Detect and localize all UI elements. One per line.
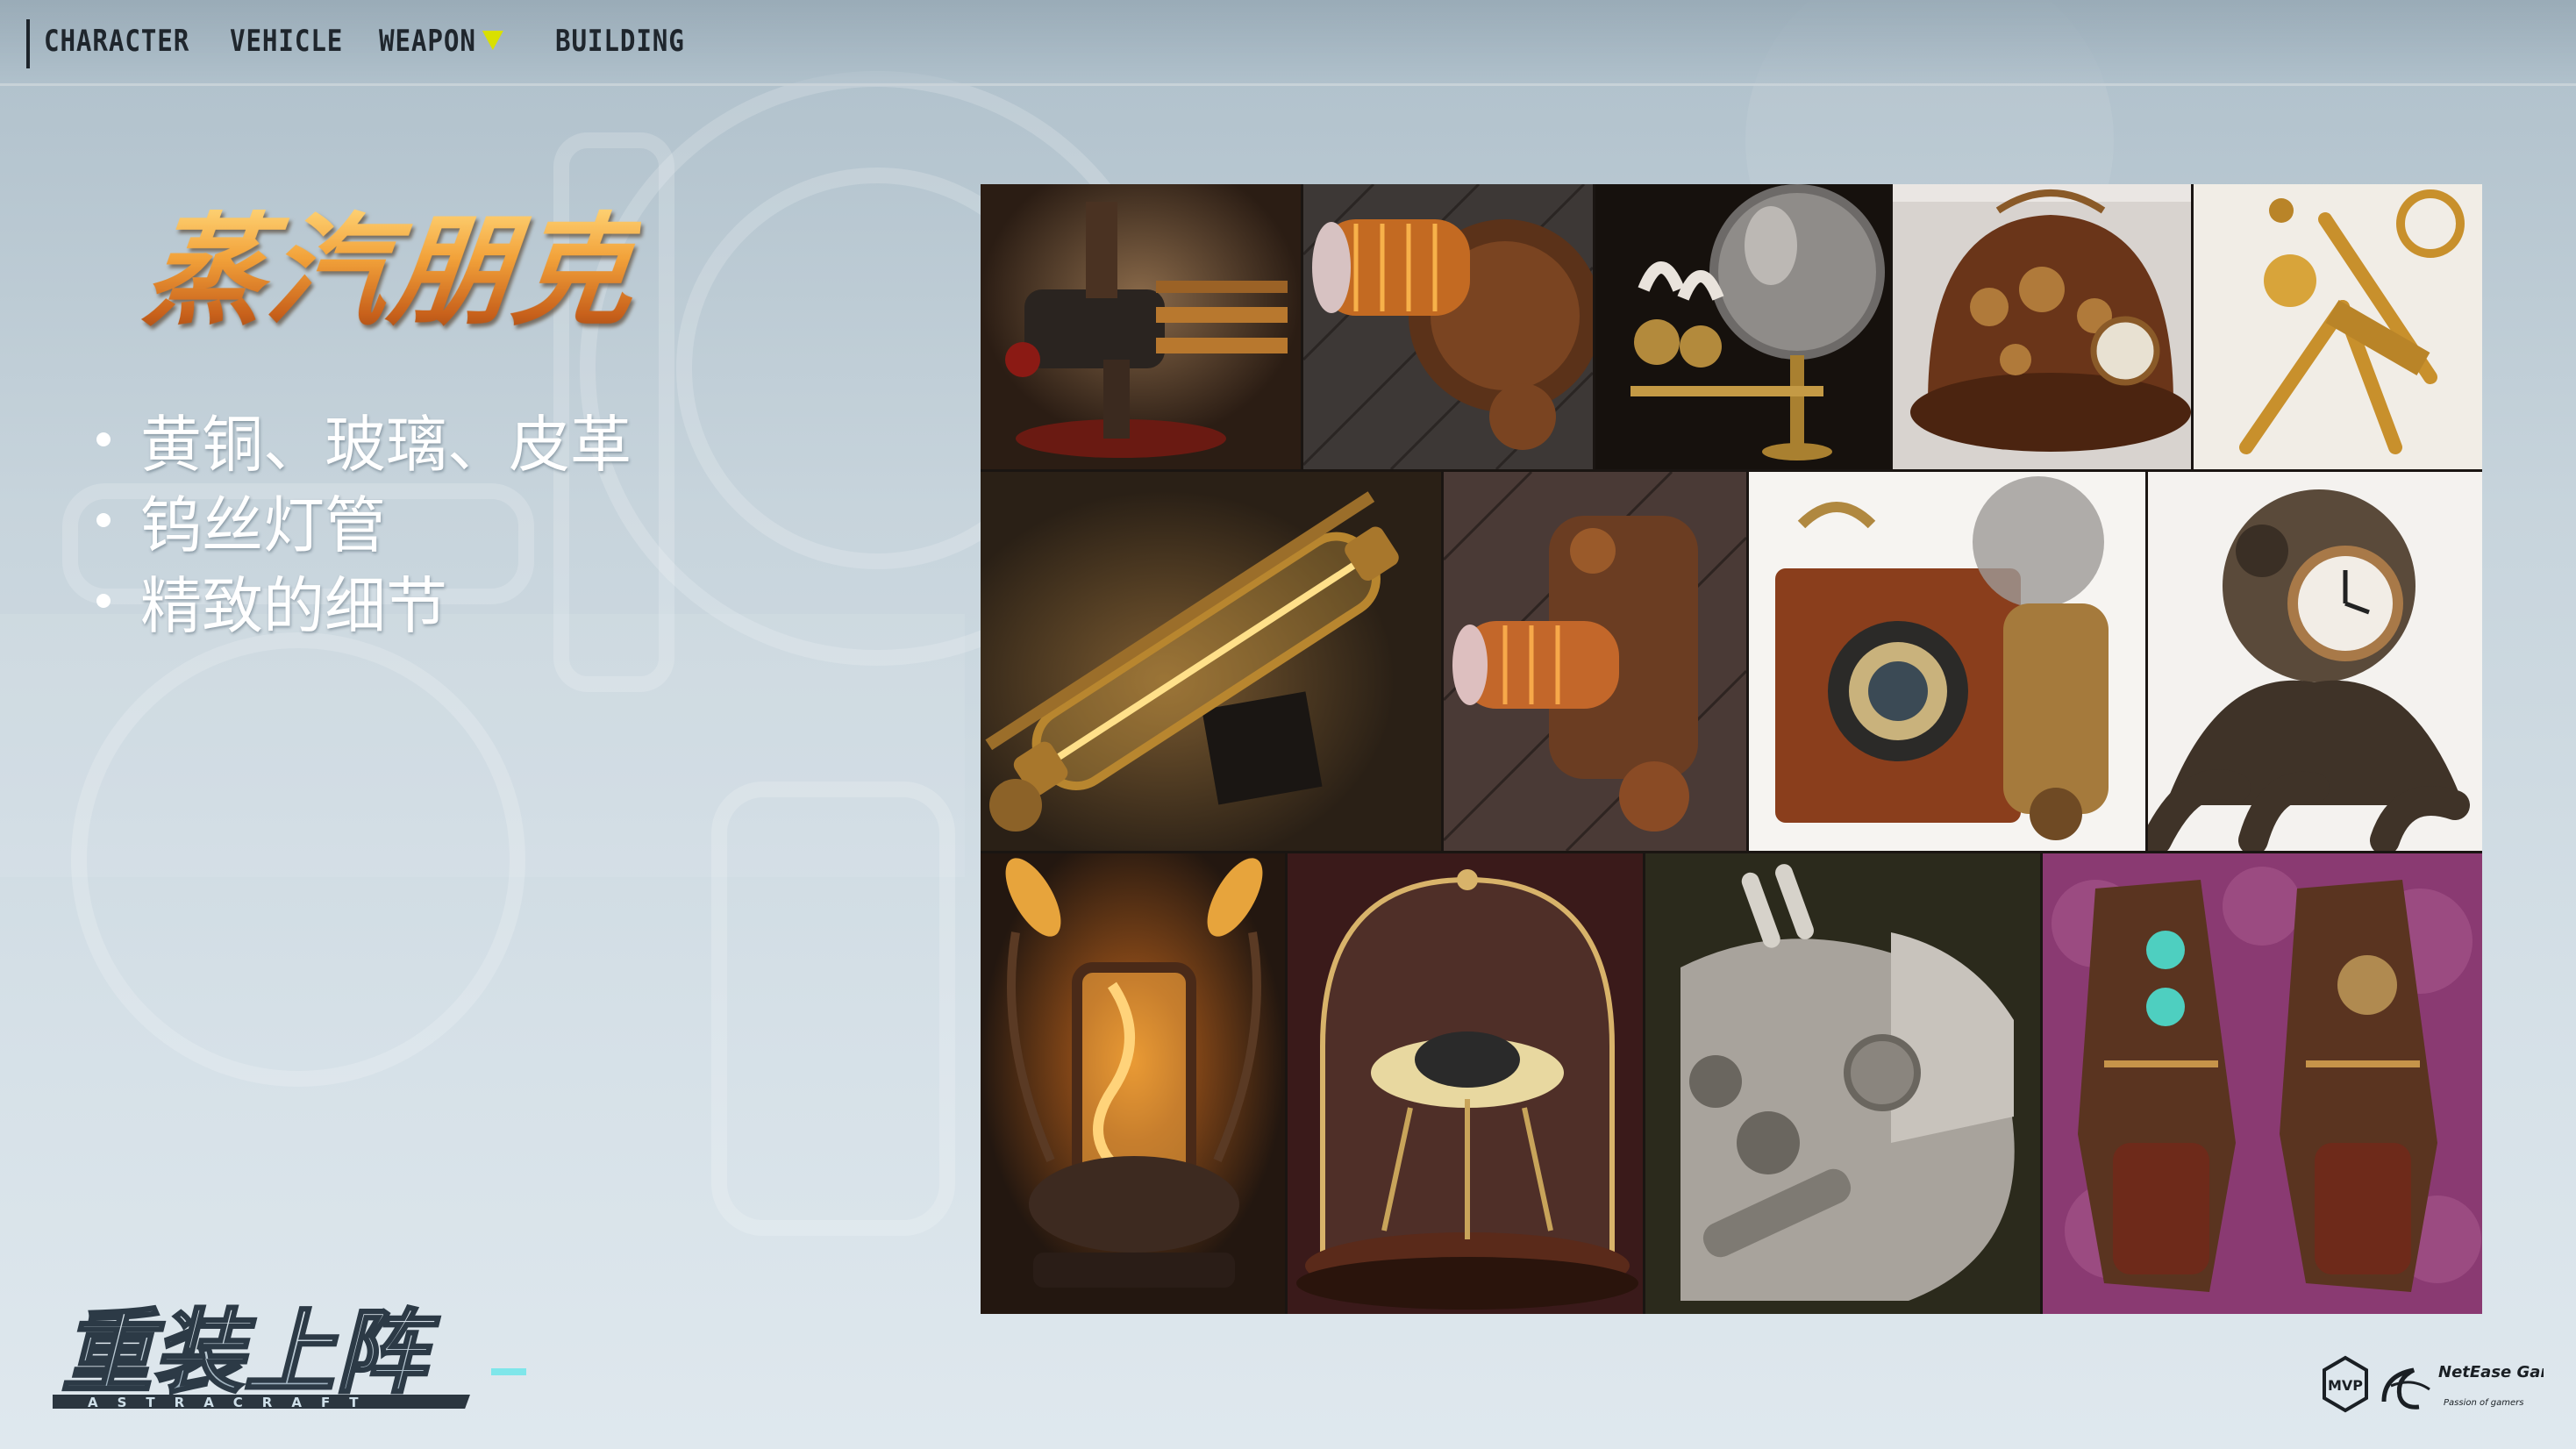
photo-steampunk-gear-hat bbox=[1893, 184, 2191, 469]
bullet-text: 精致的细节 bbox=[140, 569, 447, 642]
photo-glass-globe-lamp bbox=[1595, 184, 1890, 469]
bullet-text: 钨丝灯管 bbox=[140, 489, 386, 561]
netease-tagline: Passion of gamers bbox=[2444, 1398, 2524, 1408]
photo-diving-helmet-octopus-clock bbox=[2148, 472, 2482, 851]
nav-tab-character[interactable]: CHARACTER bbox=[44, 19, 189, 63]
bullet-dot-icon bbox=[96, 432, 111, 446]
publisher-logos: MVP NetEase Games Passion of gamers bbox=[2316, 1351, 2576, 1421]
nav-tab-weapon[interactable]: WEAPON bbox=[379, 19, 503, 63]
bullet-dot-icon bbox=[96, 594, 111, 608]
page-title: 蒸汽朋克 bbox=[137, 201, 644, 342]
nav-tab-weapon-label: WEAPON bbox=[379, 24, 476, 59]
photo-steampunk-camera bbox=[1749, 472, 2145, 851]
game-logo: 重装上阵 ASTRACRAFT bbox=[18, 1298, 544, 1421]
photo-metal-robot-head bbox=[1645, 853, 2040, 1314]
bullet-text: 黄铜、玻璃、皮革 bbox=[140, 408, 632, 481]
mvp-badge-text: MVP bbox=[2328, 1377, 2363, 1394]
bullet-item: 黄铜、玻璃、皮革 bbox=[96, 399, 632, 481]
bullet-item: 钨丝灯管 bbox=[96, 480, 632, 561]
photo-steampunk-lamp-pipe bbox=[981, 184, 1301, 469]
game-logo-subtitle: ASTRACRAFT bbox=[88, 1395, 377, 1410]
photo-glass-dome-mechanism bbox=[1288, 853, 1643, 1314]
photo-filament-tube-wall-lamp bbox=[981, 472, 1441, 851]
active-triangle-icon bbox=[482, 30, 503, 50]
nav-tab-building[interactable]: BUILDING bbox=[555, 19, 685, 63]
photo-steampunk-gauntlets bbox=[2043, 853, 2482, 1314]
photo-steampunk-wall-light bbox=[1303, 184, 1593, 469]
nav-divider bbox=[26, 19, 30, 68]
photo-brass-microscope bbox=[2194, 184, 2482, 469]
photo-steampunk-wall-sconce bbox=[1444, 472, 1746, 851]
reference-image-grid bbox=[981, 184, 2482, 1314]
photo-edison-bulb-table-lamp bbox=[981, 853, 1285, 1314]
bullet-list: 黄铜、玻璃、皮革 钨丝灯管 精致的细节 bbox=[96, 399, 632, 642]
bullet-item: 精致的细节 bbox=[96, 560, 632, 642]
bullet-dot-icon bbox=[96, 513, 111, 527]
netease-swirl-icon bbox=[2381, 1367, 2430, 1410]
nav-tab-vehicle[interactable]: VEHICLE bbox=[230, 19, 343, 63]
top-navigation-bar: CHARACTER VEHICLE WEAPON BUILDING bbox=[0, 0, 2576, 86]
netease-games-text: NetEase Games bbox=[2438, 1363, 2544, 1381]
game-logo-title: 重装上阵 bbox=[61, 1299, 440, 1406]
